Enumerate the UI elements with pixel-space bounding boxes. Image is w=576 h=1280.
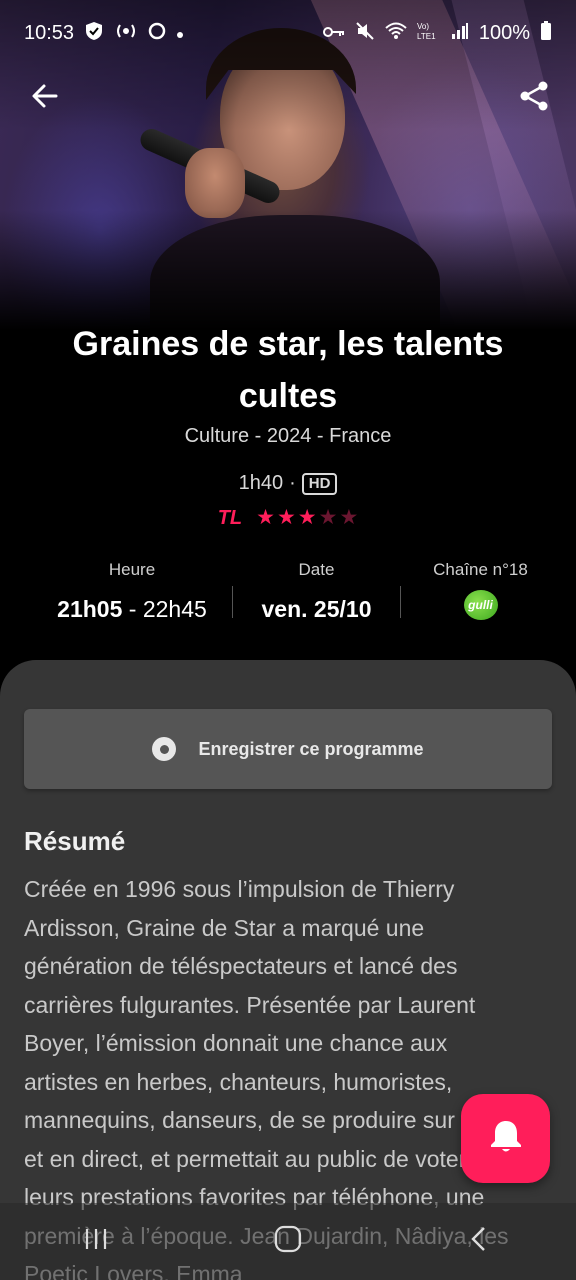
hero-bottom-fade — [0, 210, 576, 330]
record-label: Enregistrer ce programme — [198, 738, 424, 759]
bell-icon — [489, 1118, 523, 1159]
time-separator: - — [122, 596, 143, 622]
status-right: Vo) LTE1 100% — [322, 20, 552, 46]
arrow-back-icon — [30, 81, 60, 116]
program-duration: 1h40 — [238, 472, 284, 494]
tl-logo: TL — [217, 506, 243, 529]
vpn-key-icon — [322, 23, 345, 44]
details-sheet: Enregistrer ce programme Résumé Créée en… — [0, 660, 576, 1280]
time-column: Heure 21h05 - 22h45 — [32, 560, 232, 623]
back-icon — [466, 1225, 494, 1258]
sync-icon — [148, 22, 166, 45]
star-filled-icon: ★ — [256, 506, 275, 529]
mute-icon — [355, 21, 375, 46]
singer-hand — [185, 148, 245, 218]
nav-back-button[interactable] — [450, 1212, 510, 1272]
broadcast-info: Heure 21h05 - 22h45 Date ven. 25/10 Chaî… — [0, 560, 576, 640]
gulli-logo[interactable]: gulli — [463, 590, 498, 620]
record-icon — [152, 737, 177, 761]
shield-check-icon — [84, 21, 104, 46]
summary-title: Résumé — [24, 826, 126, 856]
battery-percent: 100% — [478, 21, 530, 44]
date-label: Date — [298, 560, 335, 579]
star-empty-icon: ★ — [318, 506, 338, 529]
svg-text:LTE1: LTE1 — [417, 32, 436, 41]
duration-separator: · — [289, 472, 296, 494]
time-start: 21h05 — [57, 596, 123, 622]
home-button[interactable] — [258, 1212, 318, 1272]
wifi-icon — [385, 22, 407, 45]
volte-icon: Vo) LTE1 — [417, 21, 441, 46]
date-column: Date ven. 25/10 — [233, 560, 400, 623]
program-meta: Culture - 2024 - France — [184, 425, 392, 447]
recent-apps-button[interactable] — [66, 1212, 126, 1272]
reminder-fab[interactable] — [461, 1094, 550, 1183]
hd-badge: HD — [301, 472, 338, 495]
date-value: ven. 25/10 — [261, 596, 372, 622]
rating-row: TL ★ ★ ★ ★ ★ — [0, 506, 576, 530]
nfc-icon — [114, 22, 138, 45]
recent-apps-icon — [82, 1225, 110, 1258]
system-navbar — [0, 1203, 576, 1280]
dot-icon — [176, 23, 184, 44]
svg-text:Vo): Vo) — [417, 22, 429, 31]
share-icon — [518, 80, 550, 117]
star-filled-icon: ★ — [297, 506, 317, 529]
star-rating: ★ ★ ★ ★ ★ — [256, 506, 358, 530]
time-label: Heure — [108, 560, 156, 579]
program-duration-row: 1h40 · HD — [0, 472, 576, 495]
signal-icon — [451, 22, 469, 45]
program-title: Graines de star, les talents cultes — [72, 325, 504, 415]
channel-label: Chaîne n°18 — [433, 560, 528, 579]
status-left: 10:53 — [24, 21, 184, 46]
home-icon — [273, 1224, 303, 1259]
share-button[interactable] — [510, 74, 558, 122]
status-bar: 10:53 Vo) LTE1 100% — [0, 0, 576, 66]
time-value: 21h05 - 22h45 — [32, 596, 232, 623]
status-time: 10:53 — [24, 21, 75, 44]
channel-column: Chaîne n°18 gulli — [401, 560, 560, 620]
record-button[interactable]: Enregistrer ce programme — [24, 709, 552, 789]
star-empty-icon: ★ — [339, 506, 359, 529]
time-end: 22h45 — [142, 596, 207, 622]
star-filled-icon: ★ — [276, 506, 296, 529]
battery-icon — [540, 20, 552, 46]
back-button[interactable] — [21, 74, 69, 122]
